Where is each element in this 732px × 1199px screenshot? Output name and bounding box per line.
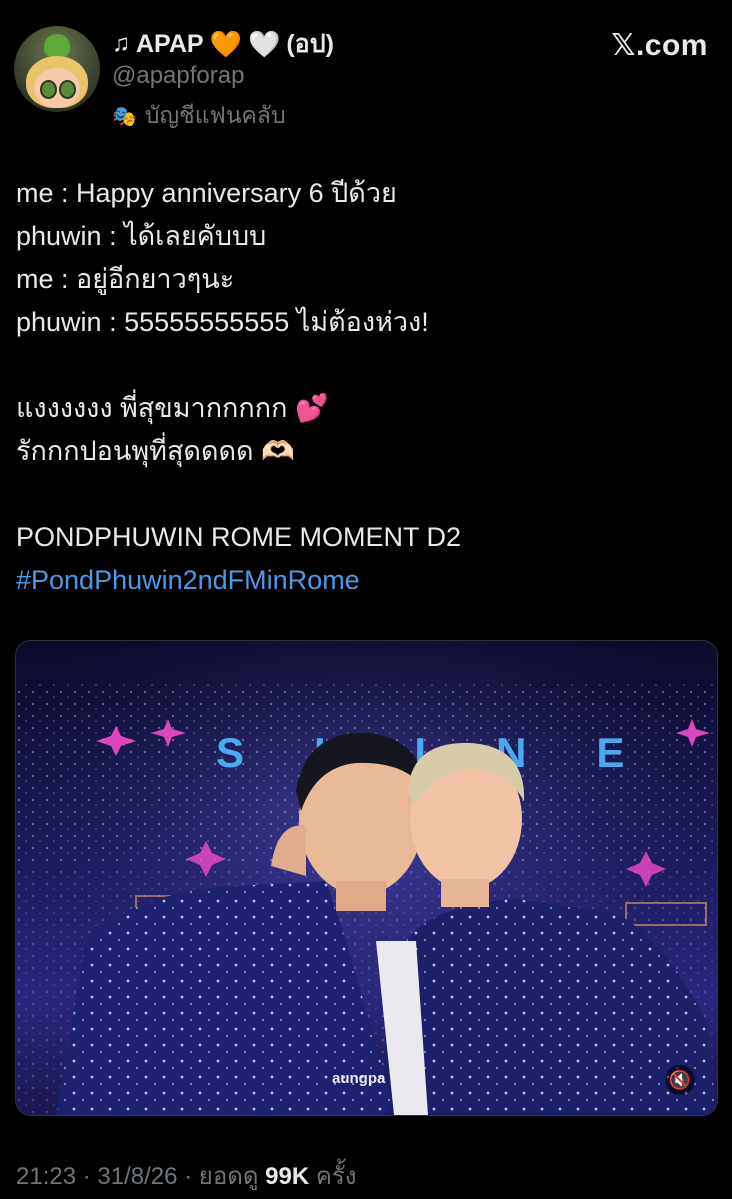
tweet-line: me : อยู่อีกยาวๆนะ (16, 264, 235, 294)
mask-icon: 🎭 (112, 105, 137, 128)
tweet-text: me : Happy anniversary 6 ปีด้วย phuwin :… (16, 172, 716, 602)
fan-account-badge: 🎭 บัญชีแฟนคลับ (112, 98, 286, 134)
tweet-line: phuwin : 55555555555 ไม่ต้องห่วง! (16, 307, 429, 337)
separator: · (177, 1163, 199, 1190)
tweet-line-text: แงงงงงง พี่สุขมากกกกก (16, 393, 288, 423)
views-prefix: ยอดดู (198, 1163, 266, 1190)
concert-photo: SHINE (16, 641, 717, 1115)
tweet-line: รักกกปอนพุที่สุดดดด 🫶🏻 (16, 430, 716, 473)
avatar[interactable] (14, 26, 100, 112)
display-name-row[interactable]: ♫ APAP 🧡 🤍 (อป) (112, 24, 334, 64)
music-note-icon: ♫ (112, 30, 130, 57)
x-logo: 𝕏.com (611, 29, 708, 62)
white-heart-icon: 🤍 (247, 29, 281, 59)
separator: · (76, 1163, 98, 1190)
tweet-header: ♫ APAP 🧡 🤍 (อป) @apapforap 🎭 บัญชีแฟนคลั… (14, 24, 708, 134)
views-count: 99K (265, 1163, 310, 1190)
orange-heart-icon: 🧡 (209, 29, 242, 59)
heart-hands-icon: 🫶🏻 (261, 436, 295, 466)
post-date[interactable]: 31/8/26 (97, 1163, 177, 1190)
tweet-line: PONDPHUWIN ROME MOMENT D2 (16, 522, 462, 552)
video-watermark: aungpa (332, 1070, 386, 1087)
user-handle[interactable]: @apapforap (112, 62, 244, 90)
tweet-line: phuwin : ได้เลยคับบบ (16, 221, 267, 251)
tweet-line: แงงงงงง พี่สุขมากกกกก 💕 (16, 387, 716, 430)
mute-icon[interactable]: 🔇 (665, 1065, 695, 1095)
display-name[interactable]: APAP (136, 30, 204, 59)
display-name-suffix: (อป) (286, 30, 334, 58)
tweet-line: me : Happy anniversary 6 ปีด้วย (16, 178, 397, 208)
two-hearts-icon: 💕 (294, 393, 329, 423)
tweet-media-video[interactable]: SHINE aungpa 🔇 (15, 640, 718, 1116)
views-suffix: ครั้ง (309, 1163, 357, 1190)
tweet-metadata: 21:23 · 31/8/26 · ยอดดู 99K ครั้ง (16, 1156, 357, 1195)
post-time[interactable]: 21:23 (16, 1163, 76, 1190)
tweet-line-text: รักกกปอนพุที่สุดดดด (16, 436, 254, 466)
fan-account-label: บัญชีแฟนคลับ (144, 102, 286, 128)
hashtag-link[interactable]: #PondPhuwin2ndFMinRome (16, 559, 716, 602)
